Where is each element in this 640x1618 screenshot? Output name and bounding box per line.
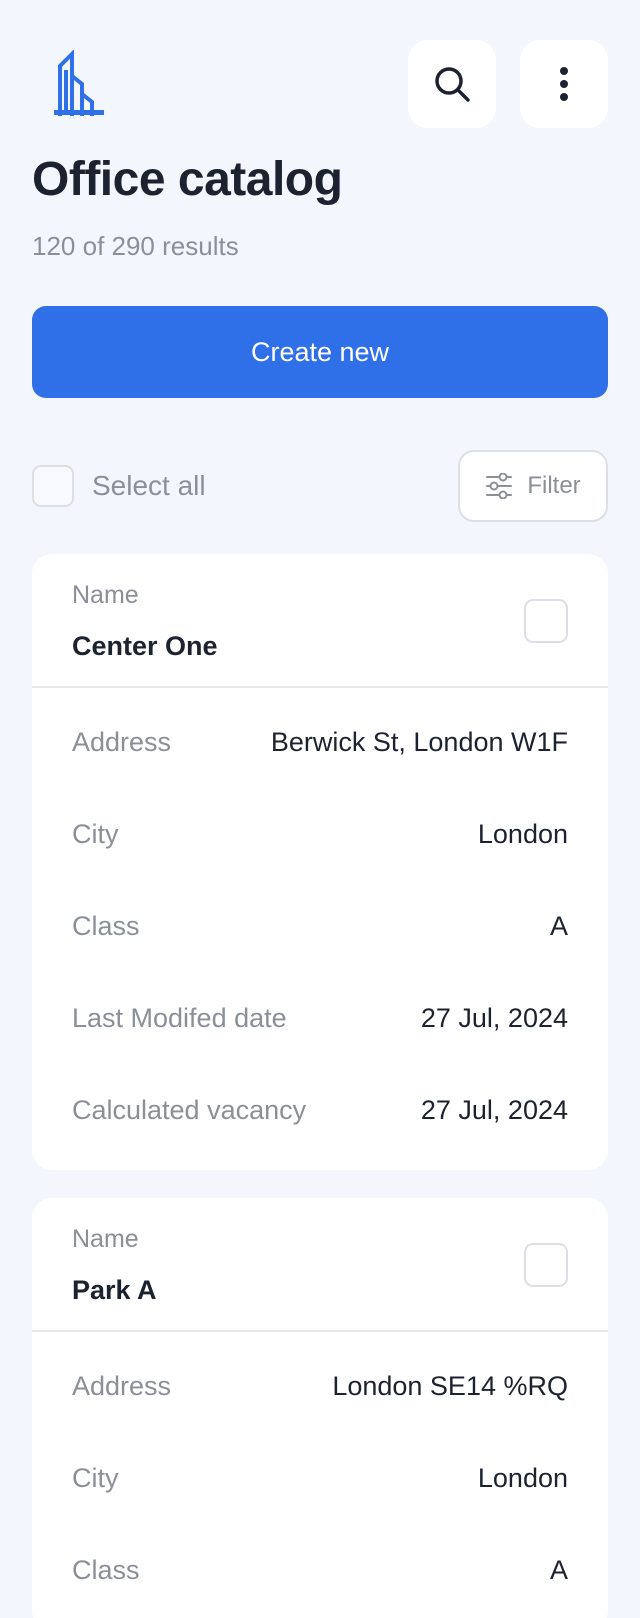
name-label: Name — [72, 1225, 139, 1253]
card-fields: Address London SE14 %RQ City London Clas… — [32, 1332, 608, 1618]
select-all-control[interactable]: Select all — [32, 465, 206, 507]
field-value: 27 Jul, 2024 — [420, 1002, 568, 1033]
field-value: London SE14 %RQ — [332, 1370, 568, 1401]
row-select-checkbox[interactable] — [524, 599, 568, 643]
field-row: City London — [72, 1432, 568, 1524]
card-fields: Address Berwick St, London W1F City Lond… — [32, 688, 608, 1170]
office-catalog-page: Office catalog 120 of 290 results Create… — [0, 0, 640, 1618]
row-select-checkbox[interactable] — [524, 1243, 568, 1287]
field-label: Class — [72, 910, 140, 941]
create-new-button[interactable]: Create new — [32, 306, 608, 398]
field-row: Class A — [72, 1524, 568, 1616]
card-header: Name Park A — [32, 1198, 608, 1332]
more-vertical-icon — [560, 67, 568, 101]
field-label: Last Modifed date — [72, 1002, 287, 1033]
field-label: Address — [72, 726, 172, 757]
field-label: Calculated vacancy — [72, 1094, 307, 1125]
field-value: London — [477, 818, 568, 849]
filter-label: Filter — [527, 472, 581, 499]
field-value: 27 Jul, 2024 — [420, 1094, 568, 1125]
office-card: Name Center One Address Berwick St, Lond… — [32, 554, 608, 1170]
select-all-label: Select all — [92, 470, 206, 501]
field-value: A — [549, 910, 568, 941]
field-value: London — [477, 1462, 568, 1493]
field-label: Address — [72, 1370, 172, 1401]
field-label: City — [72, 1462, 119, 1493]
field-row: Address Berwick St, London W1F — [72, 696, 568, 788]
field-value: A — [549, 1554, 568, 1585]
field-label: City — [72, 818, 119, 849]
list-toolbar: Select all Filter — [32, 450, 608, 522]
field-value: Berwick St, London W1F — [270, 726, 568, 757]
office-name: Center One — [72, 631, 218, 661]
office-card: Name Park A Address London SE14 %RQ City… — [32, 1198, 608, 1618]
office-name: Park A — [72, 1275, 157, 1305]
search-icon — [435, 67, 470, 102]
field-row: City London — [72, 788, 568, 880]
more-options-button[interactable] — [520, 40, 608, 128]
card-header: Name Center One — [32, 554, 608, 688]
building-logo-icon — [54, 50, 104, 116]
field-row: Class A — [72, 880, 568, 972]
filter-button[interactable]: Filter — [458, 450, 608, 522]
name-label: Name — [72, 581, 139, 609]
sliders-icon — [486, 473, 513, 499]
page-title: Office catalog — [32, 153, 343, 206]
results-count: 120 of 290 results — [32, 231, 239, 261]
field-label: Class — [72, 1554, 140, 1585]
field-row: Calculated vacancy 27 Jul, 2024 — [72, 1064, 568, 1156]
field-row: Address London SE14 %RQ — [72, 1340, 568, 1432]
field-row: Last Modifed date 27 Jul, 2024 — [72, 972, 568, 1064]
top-bar — [32, 0, 608, 140]
select-all-checkbox[interactable] — [32, 465, 74, 507]
search-button[interactable] — [408, 40, 496, 128]
